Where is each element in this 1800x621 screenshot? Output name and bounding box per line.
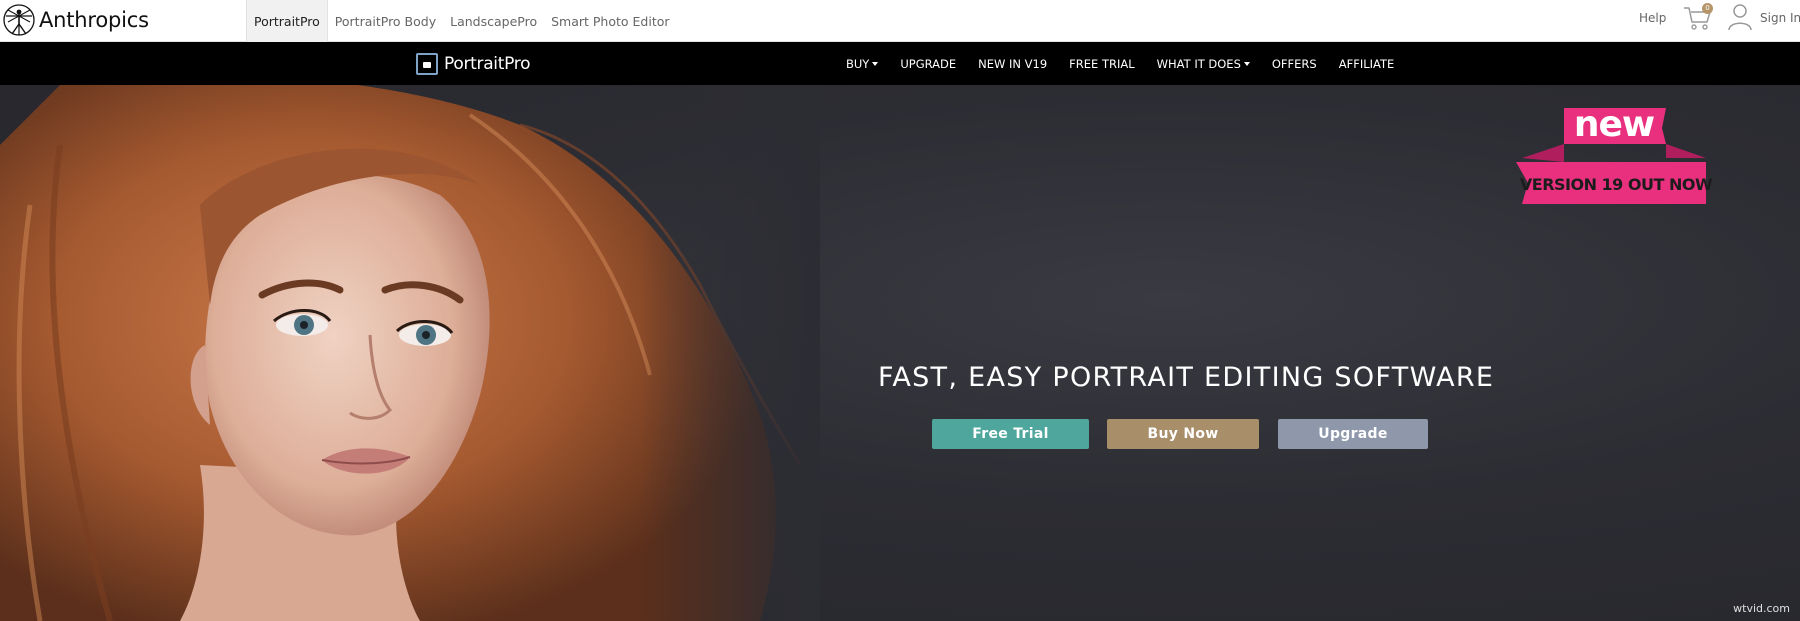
- badge-fold: [1666, 144, 1706, 158]
- badge-fold-left: [1522, 144, 1564, 162]
- upgrade-button[interactable]: Upgrade: [1278, 419, 1428, 449]
- nav-affiliate-label: AFFILIATE: [1338, 56, 1395, 71]
- nav-buy[interactable]: BUY: [846, 56, 879, 71]
- tab-landscapepro[interactable]: LandscapePro: [443, 0, 544, 42]
- hero-banner: FAST, EASY PORTRAIT EDITING SOFTWARE Fre…: [0, 85, 1800, 621]
- main-navbar: PortraitPro BUY UPGRADE NEW IN V19 FREE …: [0, 42, 1800, 85]
- caret-down-icon: [1243, 61, 1250, 66]
- shopping-cart-icon[interactable]: 0: [1682, 3, 1714, 33]
- portraitpro-logo-icon: [416, 52, 438, 75]
- badge-version-text: VERSION 19 OUT NOW: [1520, 175, 1712, 194]
- nav-offers-label: OFFERS: [1271, 56, 1317, 71]
- caret-down-icon: [872, 61, 879, 66]
- portraitpro-logo[interactable]: PortraitPro: [416, 51, 530, 76]
- cart-count-badge: 0: [1702, 3, 1713, 14]
- nav-offers[interactable]: OFFERS: [1272, 57, 1317, 71]
- nav-free-trial-label: FREE TRIAL: [1069, 56, 1135, 71]
- nav-what-it-does[interactable]: WHAT IT DOES: [1157, 57, 1250, 71]
- nav-buy-label: BUY: [846, 56, 870, 71]
- nav-new-in-v19[interactable]: NEW IN V19: [978, 57, 1047, 71]
- new-version-badge[interactable]: new VERSION 19 OUT NOW: [1516, 108, 1712, 204]
- nav-new-label: NEW IN V19: [978, 56, 1048, 71]
- hero-headline: FAST, EASY PORTRAIT EDITING SOFTWARE: [878, 362, 1495, 393]
- tab-portraitpro[interactable]: PortraitPro: [246, 0, 328, 42]
- anthropics-logo[interactable]: Anthropics: [2, 1, 149, 39]
- watermark: wtvid.com: [1733, 602, 1790, 615]
- help-link[interactable]: Help: [1639, 0, 1666, 36]
- nav-upgrade-label: UPGRADE: [900, 56, 957, 71]
- nav-upgrade[interactable]: UPGRADE: [900, 57, 956, 71]
- tab-smart-photo-editor[interactable]: Smart Photo Editor: [544, 0, 676, 42]
- portraitpro-logo-text: PortraitPro: [444, 53, 531, 74]
- free-trial-button[interactable]: Free Trial: [932, 419, 1089, 449]
- product-tabs: PortraitPro PortraitPro Body LandscapePr…: [246, 0, 677, 42]
- portrait-photo: [0, 85, 820, 621]
- nav-menu: BUY UPGRADE NEW IN V19 FREE TRIAL WHAT I…: [846, 42, 1416, 85]
- tab-portraitpro-body[interactable]: PortraitPro Body: [328, 0, 443, 42]
- buy-now-button[interactable]: Buy Now: [1107, 419, 1259, 449]
- top-bar: Anthropics PortraitPro PortraitPro Body …: [0, 0, 1800, 42]
- brand-name: Anthropics: [39, 8, 149, 32]
- sign-in-link[interactable]: Sign In: [1760, 0, 1800, 36]
- badge-new-text: new: [1574, 108, 1655, 145]
- nav-affiliate[interactable]: AFFILIATE: [1339, 57, 1395, 71]
- nav-what-label: WHAT IT DOES: [1156, 56, 1241, 71]
- nav-free-trial[interactable]: FREE TRIAL: [1069, 57, 1134, 71]
- user-icon[interactable]: [1727, 2, 1753, 32]
- vitruvian-logo-icon: [3, 4, 35, 36]
